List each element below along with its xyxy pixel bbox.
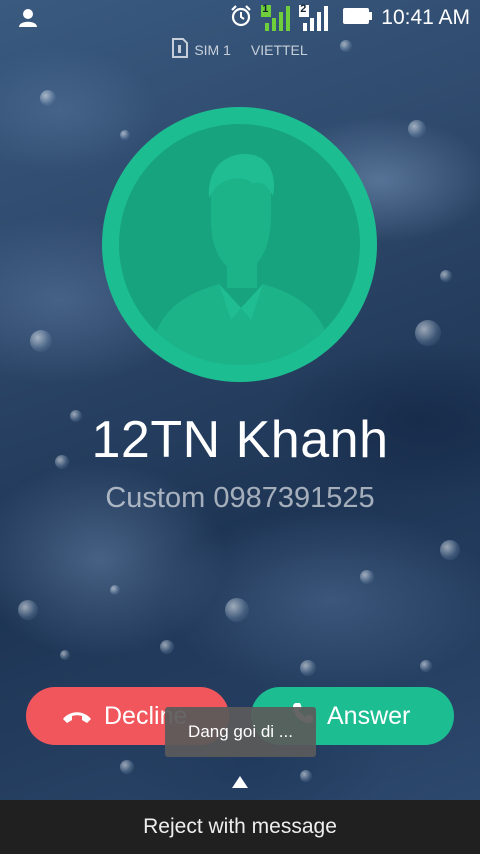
caller-avatar [102,107,377,382]
reject-with-message-button[interactable]: Reject with message [0,800,480,854]
status-clock: 10:41 AM [381,6,470,29]
signal-sim2-icon: 2 [299,3,329,31]
sim1-badge: 1 [262,3,269,15]
arrow-up-icon[interactable] [230,774,250,790]
phone-hangup-icon [62,702,92,731]
toast-message: Dang goi di ... [165,707,316,757]
alarm-clock-icon [229,4,253,33]
status-bar: 1 2 10:41 AM [0,0,480,36]
operator-name: VIETTEL [250,41,308,58]
sim2-badge: 2 [300,3,307,15]
default-contact-icon [119,124,360,365]
answer-label: Answer [327,701,411,730]
reject-with-message-label: Reject with message [143,815,337,838]
sim-card-icon [172,38,189,61]
battery-icon [343,7,373,30]
caller-name: 12TN Khanh [91,411,389,469]
sim-info: SIM 1 VIETTEL [0,38,480,61]
signal-sim1-icon: 1 [261,3,291,31]
sim-label: SIM 1 [194,41,231,58]
caller-number: Custom 0987391525 [105,482,375,514]
user-icon [18,8,38,28]
